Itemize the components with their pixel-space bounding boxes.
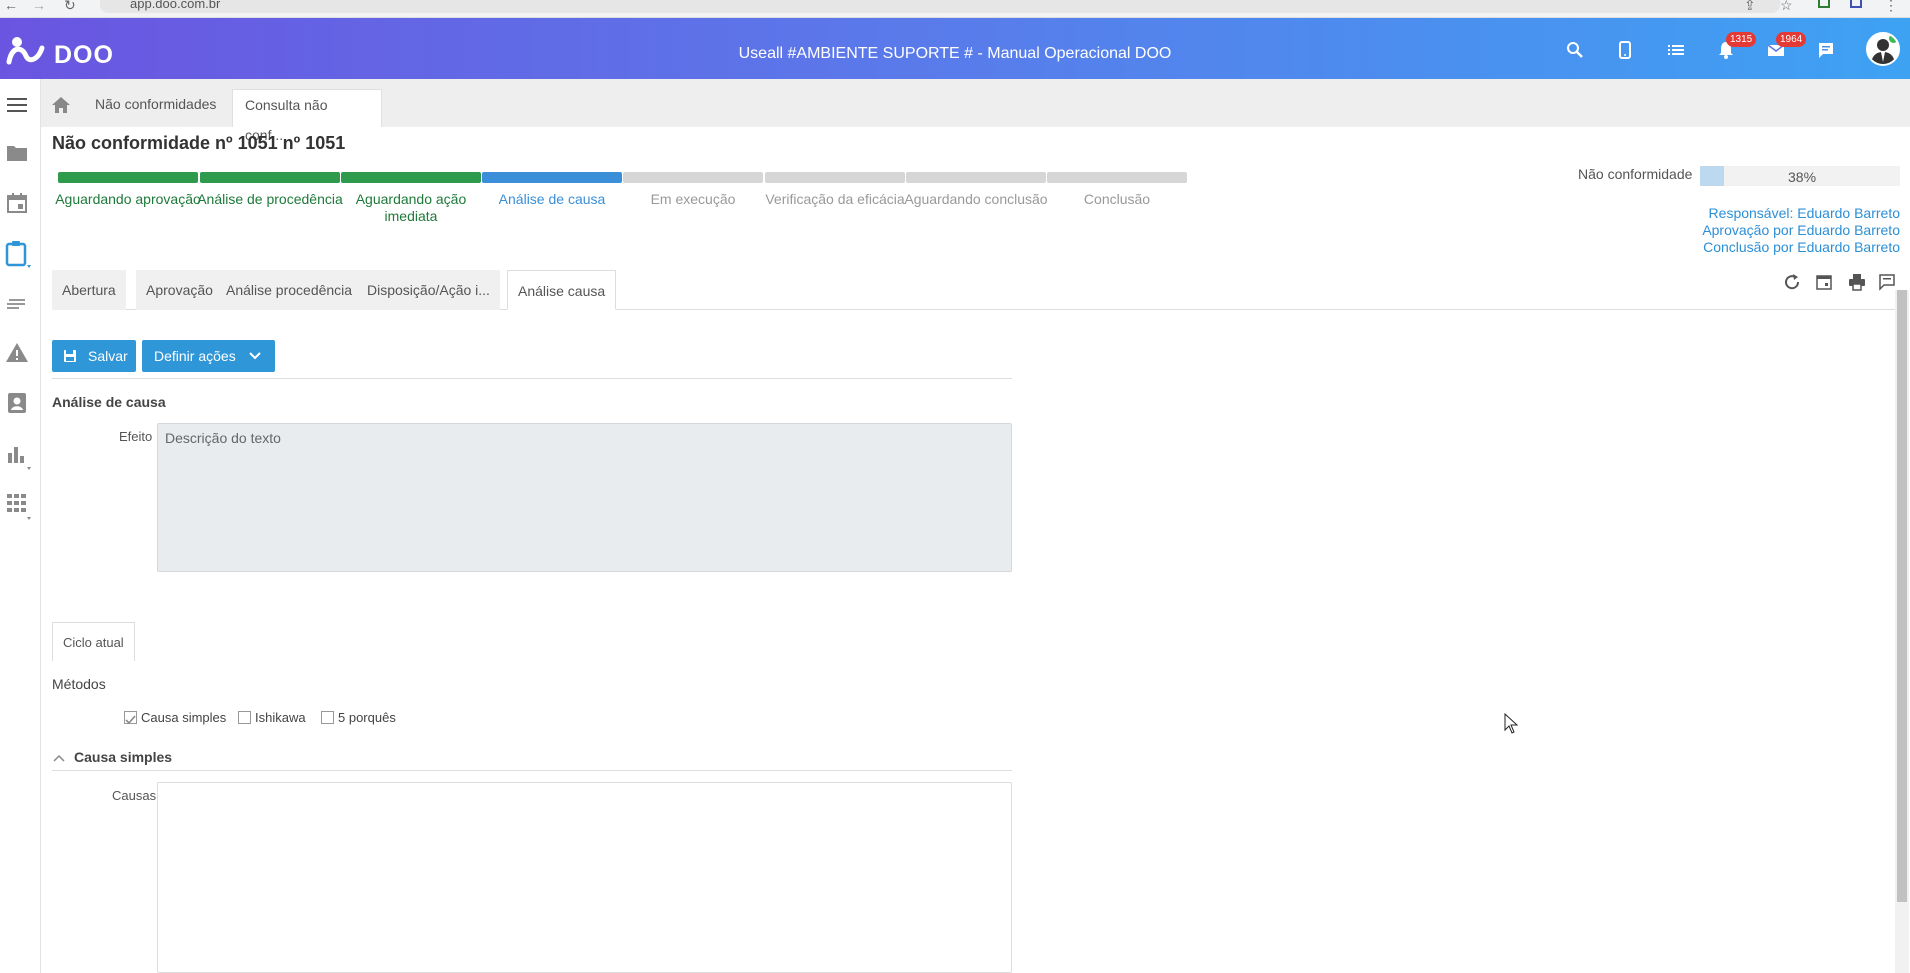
progress-step-label: Análise de procedência xyxy=(197,191,343,207)
share-icon[interactable]: ⇪ xyxy=(1744,0,1756,12)
completion-percent: 38% xyxy=(1788,169,1817,185)
checkbox-causa-simples[interactable] xyxy=(124,711,137,725)
method-label: Ishikawa xyxy=(255,710,306,725)
checkbox-5-porques[interactable] xyxy=(321,711,334,724)
progress-step-label: Aguardando conclusão xyxy=(904,191,1048,207)
form-tabs: Abertura Aprovação Análise procedência D… xyxy=(52,270,1902,310)
browser-menu-icon[interactable]: ⋮ xyxy=(1884,0,1898,12)
causa-simples-title: Causa simples xyxy=(74,749,173,765)
calendar-icon[interactable] xyxy=(1814,272,1834,292)
extension-icon[interactable] xyxy=(1850,0,1862,8)
bell-icon[interactable]: 1315 xyxy=(1716,32,1757,60)
online-status-icon xyxy=(1888,34,1898,44)
causas-label: Causas xyxy=(112,788,157,803)
reload-icon[interactable]: ↻ xyxy=(64,0,76,12)
define-actions-button[interactable]: Definir ações xyxy=(142,340,275,372)
checkbox-ishikawa[interactable] xyxy=(238,711,251,724)
section-title: Análise de causa xyxy=(52,394,166,410)
folder-icon[interactable] xyxy=(5,141,29,165)
save-label: Salvar xyxy=(88,348,128,364)
tab-ciclo-atual[interactable]: Ciclo atual xyxy=(52,622,135,661)
breadcrumb: Não conformidades Consulta não conf... xyxy=(41,79,1910,143)
chevron-down-icon xyxy=(249,352,261,360)
efeito-field[interactable]: Descrição do texto xyxy=(157,423,1012,572)
progress-step-bar xyxy=(623,172,763,183)
efeito-placeholder: Descrição do texto xyxy=(165,430,281,446)
divider xyxy=(52,378,1012,379)
method-label: 5 porquês xyxy=(338,710,396,725)
tab-analise-procedencia[interactable]: Análise procedência xyxy=(216,270,363,310)
tab-disposicao[interactable]: Disposição/Ação i... xyxy=(357,270,500,310)
star-icon[interactable]: ☆ xyxy=(1780,0,1793,12)
chevron-up-icon xyxy=(53,754,65,762)
check-icon xyxy=(125,715,136,725)
clipboard-icon[interactable] xyxy=(5,239,31,268)
menu-icon[interactable] xyxy=(5,93,29,117)
home-icon[interactable] xyxy=(41,89,81,127)
address-bar[interactable]: app.doo.com.br xyxy=(100,0,1780,13)
url-text: app.doo.com.br xyxy=(130,0,221,11)
causa-simples-header[interactable]: Causa simples xyxy=(52,748,1012,770)
mobile-icon[interactable] xyxy=(1615,40,1635,60)
status-label: Não conformidade xyxy=(1578,166,1693,182)
progress-step-bar xyxy=(906,172,1046,183)
search-icon[interactable] xyxy=(1565,40,1585,60)
refresh-icon[interactable] xyxy=(1782,272,1802,292)
mouse-cursor-icon xyxy=(1504,713,1519,734)
forward-icon[interactable]: → xyxy=(32,0,46,12)
progress-step-label: Aguardando ação imediata xyxy=(355,191,467,224)
app-header: DOO Useall #AMBIENTE SUPORTE # - Manual … xyxy=(0,18,1910,79)
list-icon[interactable] xyxy=(1666,40,1686,60)
progress-step-bar xyxy=(765,172,905,183)
completion-bar: 38% xyxy=(1700,166,1900,186)
progress-step-label: Conclusão xyxy=(1083,191,1151,207)
aprovacao-link[interactable]: Aprovação por Eduardo Barreto xyxy=(1702,222,1900,238)
completion-fill xyxy=(1700,166,1724,186)
define-actions-label: Definir ações xyxy=(154,348,236,364)
progress-step-label: Análise de causa xyxy=(498,191,606,207)
notifications-badge: 1315 xyxy=(1726,32,1757,47)
page-title: Não conformidade nº 1051 nº 1051 xyxy=(52,133,346,153)
messages-badge: 1964 xyxy=(1776,32,1807,47)
tab-analise-causa[interactable]: Análise causa xyxy=(507,270,617,310)
scrollbar-thumb[interactable] xyxy=(1897,290,1907,902)
lines-icon[interactable] xyxy=(5,291,29,315)
comment-icon[interactable] xyxy=(1878,272,1898,292)
progress-step-label: Verificação da eficácia xyxy=(765,191,905,207)
methods-title: Métodos xyxy=(52,676,106,692)
breadcrumb-item-nao-conformidades[interactable]: Não conformidades xyxy=(83,89,228,127)
scrollbar[interactable] xyxy=(1895,290,1909,973)
progress-step-bar xyxy=(1047,172,1187,183)
warning-icon[interactable] xyxy=(5,341,29,365)
mail-icon[interactable]: 1964 xyxy=(1766,32,1807,60)
divider xyxy=(52,770,1012,771)
causas-field[interactable] xyxy=(157,782,1012,973)
calendar-icon[interactable] xyxy=(5,191,29,215)
breadcrumb-item-consulta[interactable]: Consulta não conf... xyxy=(232,89,382,143)
tab-aprovacao[interactable]: Aprovação xyxy=(136,270,223,310)
save-button[interactable]: Salvar xyxy=(52,340,136,372)
chat-icon[interactable] xyxy=(1816,40,1836,60)
progress-step-label: Aguardando aprovação xyxy=(55,191,201,207)
progress-step-bar xyxy=(482,172,622,183)
progress-step-bar xyxy=(341,172,481,183)
grid-icon[interactable] xyxy=(5,491,31,520)
print-icon[interactable] xyxy=(1847,272,1867,292)
avatar[interactable] xyxy=(1866,32,1900,66)
conclusao-link[interactable]: Conclusão por Eduardo Barreto xyxy=(1703,239,1900,255)
method-label: Causa simples xyxy=(141,710,227,725)
back-icon[interactable]: ← xyxy=(4,0,18,12)
sidebar xyxy=(0,79,41,973)
browser-toolbar: ← → ↻ app.doo.com.br ⇪ ☆ ⋮ xyxy=(0,0,1910,18)
efeito-label: Efeito xyxy=(119,429,153,444)
progress-step-label: Em execução xyxy=(650,191,736,207)
tab-abertura[interactable]: Abertura xyxy=(52,270,126,310)
save-icon xyxy=(64,350,76,362)
progress-step-bar xyxy=(58,172,198,183)
extension-icon[interactable] xyxy=(1818,0,1830,8)
progress-step-bar xyxy=(200,172,340,183)
chart-icon[interactable] xyxy=(5,441,31,470)
contact-icon[interactable] xyxy=(5,391,29,415)
responsavel-link[interactable]: Responsável: Eduardo Barreto xyxy=(1709,205,1900,221)
